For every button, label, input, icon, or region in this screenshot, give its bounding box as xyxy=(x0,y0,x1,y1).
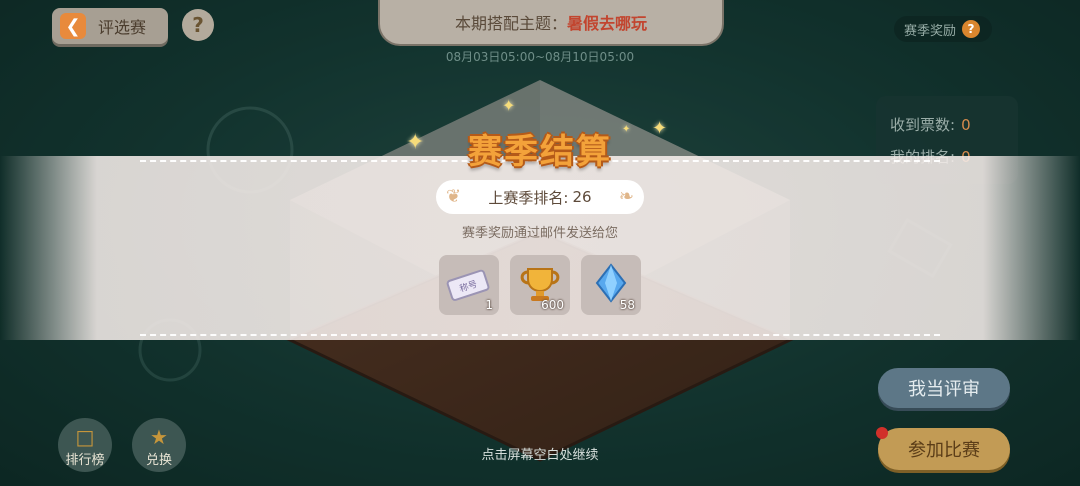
reward-item-diamond: 58 xyxy=(581,255,641,315)
reward-item-trophy: 600 xyxy=(510,255,570,315)
help-icon[interactable]: ? xyxy=(182,9,214,41)
sparkle-icon: ✦ xyxy=(502,96,516,115)
theme-value: 暑假去哪玩 xyxy=(567,14,648,33)
season-reward-help-icon[interactable]: ? xyxy=(962,20,981,38)
theme-time: 08月03日05:00~08月10日05:00 xyxy=(445,50,635,64)
reward-count: 58 xyxy=(619,298,635,312)
last-rank-value: 26 xyxy=(572,188,592,206)
judge-button[interactable]: 我当评审 xyxy=(878,368,1010,408)
reward-count: 600 xyxy=(541,298,564,312)
theme-prefix: 本期搭配主题： xyxy=(454,14,567,33)
back-arrow-icon: ❮ xyxy=(60,13,86,39)
reward-count: 1 xyxy=(485,298,493,312)
theme-banner: 本期搭配主题： 暑假去哪玩 xyxy=(378,0,724,46)
back-button[interactable]: ❮ 评选赛 xyxy=(52,8,168,44)
last-rank-label: 上赛季排名: xyxy=(488,188,569,207)
season-reward-label: 赛季奖励 xyxy=(904,23,957,39)
reward-item-title: 称号 1 xyxy=(439,255,499,315)
laurel-right-icon: ❧ xyxy=(618,186,634,207)
laurel-left-icon: ❦ xyxy=(446,186,462,207)
season-reward-button[interactable]: 赛季奖励 ? xyxy=(894,16,992,42)
mail-note: 赛季奖励通过邮件发送给您 xyxy=(461,226,618,241)
notification-dot xyxy=(876,427,888,439)
back-button-label: 评选赛 xyxy=(98,18,147,37)
continue-hint[interactable]: 点击屏幕空白处继续 xyxy=(0,444,1080,463)
last-season-rank: ❦ 上赛季排名: 26 ❧ xyxy=(436,180,644,214)
modal-bottom-divider xyxy=(140,334,940,336)
modal-title: 赛季结算 xyxy=(468,132,612,172)
